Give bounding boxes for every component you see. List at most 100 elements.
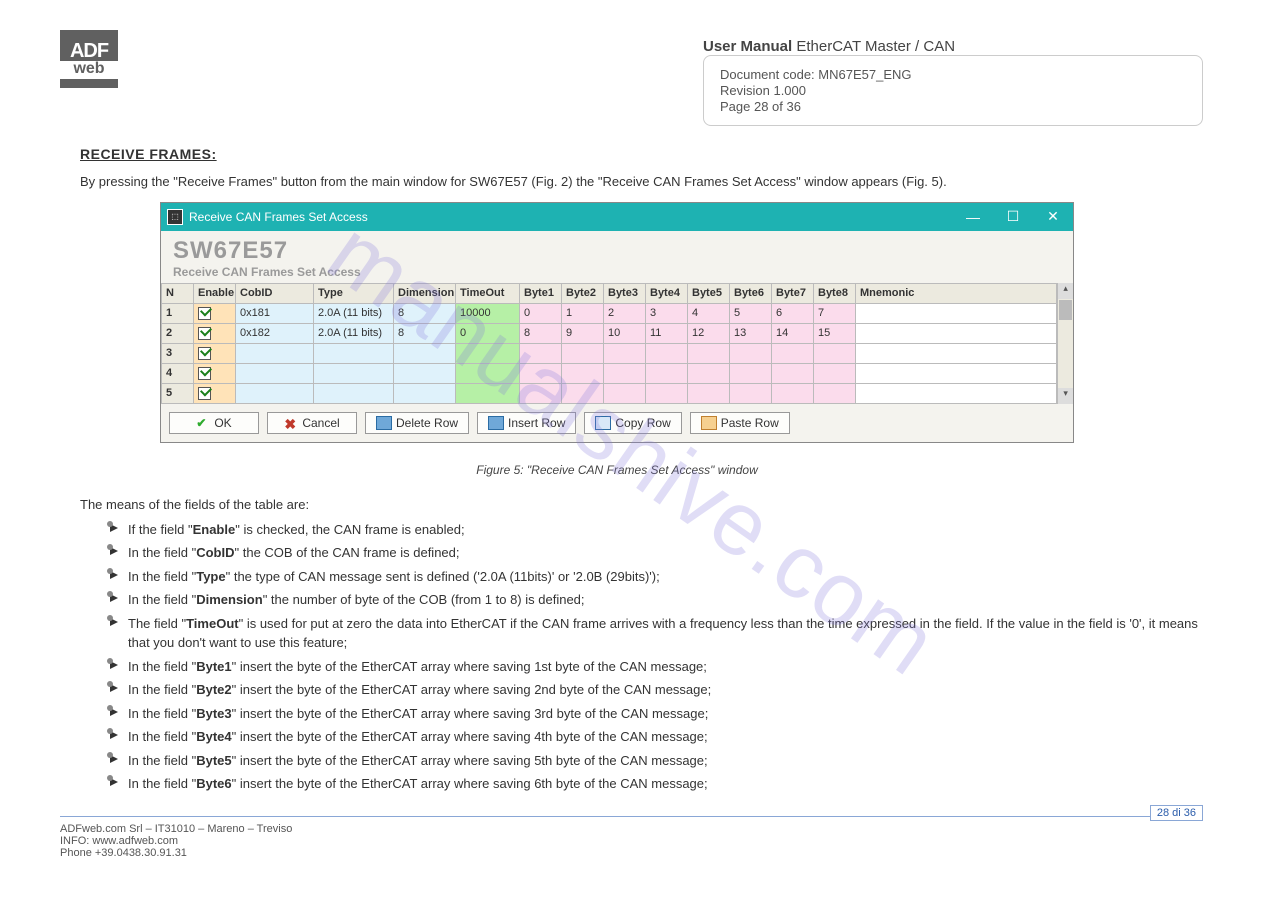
cobid-cell[interactable] <box>236 383 314 403</box>
dimension-cell[interactable] <box>394 363 456 383</box>
col-byte7[interactable]: Byte7 <box>772 283 814 303</box>
minimize-button[interactable]: — <box>953 203 993 231</box>
table-row[interactable]: 5 <box>162 383 1057 403</box>
byte6-cell[interactable] <box>730 383 772 403</box>
type-cell[interactable] <box>314 363 394 383</box>
type-cell[interactable] <box>314 343 394 363</box>
byte7-cell[interactable] <box>772 343 814 363</box>
row-number[interactable]: 3 <box>162 343 194 363</box>
scroll-up-icon[interactable]: ▴ <box>1058 283 1073 299</box>
byte8-cell[interactable]: 15 <box>814 323 856 343</box>
byte5-cell[interactable] <box>688 343 730 363</box>
table-row[interactable]: 4 <box>162 363 1057 383</box>
paste-row-button[interactable]: Paste Row <box>690 412 790 434</box>
mnemonic-cell[interactable] <box>856 303 1057 323</box>
cobid-cell[interactable]: 0x181 <box>236 303 314 323</box>
byte6-cell[interactable]: 13 <box>730 323 772 343</box>
dimension-cell[interactable]: 8 <box>394 323 456 343</box>
cancel-button[interactable]: ✖ Cancel <box>267 412 357 434</box>
mnemonic-cell[interactable] <box>856 323 1057 343</box>
window-titlebar[interactable]: ⬚ Receive CAN Frames Set Access — ☐ ✕ <box>161 203 1073 231</box>
checkbox-icon[interactable] <box>198 307 211 320</box>
enable-checkbox[interactable] <box>194 323 236 343</box>
checkbox-icon[interactable] <box>198 327 211 340</box>
byte1-cell[interactable] <box>520 363 562 383</box>
scroll-thumb[interactable] <box>1059 300 1072 320</box>
byte3-cell[interactable]: 10 <box>604 323 646 343</box>
byte1-cell[interactable] <box>520 383 562 403</box>
byte1-cell[interactable] <box>520 343 562 363</box>
byte2-cell[interactable] <box>562 343 604 363</box>
enable-checkbox[interactable] <box>194 303 236 323</box>
col-dimension[interactable]: Dimension <box>394 283 456 303</box>
col-enable[interactable]: Enable <box>194 283 236 303</box>
byte5-cell[interactable]: 12 <box>688 323 730 343</box>
row-number[interactable]: 4 <box>162 363 194 383</box>
byte2-cell[interactable] <box>562 383 604 403</box>
col-byte1[interactable]: Byte1 <box>520 283 562 303</box>
byte7-cell[interactable] <box>772 383 814 403</box>
dimension-cell[interactable] <box>394 383 456 403</box>
type-cell[interactable]: 2.0A (11 bits) <box>314 303 394 323</box>
enable-checkbox[interactable] <box>194 383 236 403</box>
timeout-cell[interactable]: 0 <box>456 323 520 343</box>
scroll-down-icon[interactable]: ▾ <box>1058 388 1073 404</box>
byte6-cell[interactable] <box>730 343 772 363</box>
type-cell[interactable] <box>314 383 394 403</box>
table-row[interactable]: 10x1812.0A (11 bits)81000001234567 <box>162 303 1057 323</box>
table-row[interactable]: 20x1822.0A (11 bits)8089101112131415 <box>162 323 1057 343</box>
dimension-cell[interactable]: 8 <box>394 303 456 323</box>
ok-button[interactable]: ✔ OK <box>169 412 259 434</box>
close-button[interactable]: ✕ <box>1033 203 1073 231</box>
enable-checkbox[interactable] <box>194 363 236 383</box>
vertical-scrollbar[interactable]: ▴ ▾ <box>1057 283 1073 404</box>
byte6-cell[interactable] <box>730 363 772 383</box>
delete-row-button[interactable]: Delete Row <box>365 412 469 434</box>
byte7-cell[interactable]: 14 <box>772 323 814 343</box>
col-cobid[interactable]: CobID <box>236 283 314 303</box>
byte4-cell[interactable] <box>646 363 688 383</box>
byte4-cell[interactable]: 3 <box>646 303 688 323</box>
cobid-cell[interactable] <box>236 363 314 383</box>
col-timeout[interactable]: TimeOut <box>456 283 520 303</box>
checkbox-icon[interactable] <box>198 387 211 400</box>
cobid-cell[interactable]: 0x182 <box>236 323 314 343</box>
byte5-cell[interactable] <box>688 383 730 403</box>
byte3-cell[interactable] <box>604 343 646 363</box>
mnemonic-cell[interactable] <box>856 363 1057 383</box>
byte2-cell[interactable]: 1 <box>562 303 604 323</box>
col-byte6[interactable]: Byte6 <box>730 283 772 303</box>
byte5-cell[interactable] <box>688 363 730 383</box>
timeout-cell[interactable] <box>456 363 520 383</box>
insert-row-button[interactable]: Insert Row <box>477 412 576 434</box>
checkbox-icon[interactable] <box>198 347 211 360</box>
col-n[interactable]: N <box>162 283 194 303</box>
byte4-cell[interactable] <box>646 383 688 403</box>
byte8-cell[interactable] <box>814 343 856 363</box>
byte6-cell[interactable]: 5 <box>730 303 772 323</box>
col-byte3[interactable]: Byte3 <box>604 283 646 303</box>
byte3-cell[interactable] <box>604 383 646 403</box>
mnemonic-cell[interactable] <box>856 383 1057 403</box>
table-row[interactable]: 3 <box>162 343 1057 363</box>
byte3-cell[interactable] <box>604 363 646 383</box>
mnemonic-cell[interactable] <box>856 343 1057 363</box>
byte4-cell[interactable]: 11 <box>646 323 688 343</box>
byte4-cell[interactable] <box>646 343 688 363</box>
byte1-cell[interactable]: 8 <box>520 323 562 343</box>
row-number[interactable]: 1 <box>162 303 194 323</box>
byte3-cell[interactable]: 2 <box>604 303 646 323</box>
timeout-cell[interactable]: 10000 <box>456 303 520 323</box>
data-grid[interactable]: N Enable CobID Type Dimension TimeOut By… <box>161 283 1057 404</box>
col-byte2[interactable]: Byte2 <box>562 283 604 303</box>
col-type[interactable]: Type <box>314 283 394 303</box>
timeout-cell[interactable] <box>456 383 520 403</box>
checkbox-icon[interactable] <box>198 367 211 380</box>
byte8-cell[interactable] <box>814 363 856 383</box>
type-cell[interactable]: 2.0A (11 bits) <box>314 323 394 343</box>
byte7-cell[interactable] <box>772 363 814 383</box>
byte2-cell[interactable] <box>562 363 604 383</box>
col-byte8[interactable]: Byte8 <box>814 283 856 303</box>
copy-row-button[interactable]: Copy Row <box>584 412 681 434</box>
col-byte4[interactable]: Byte4 <box>646 283 688 303</box>
